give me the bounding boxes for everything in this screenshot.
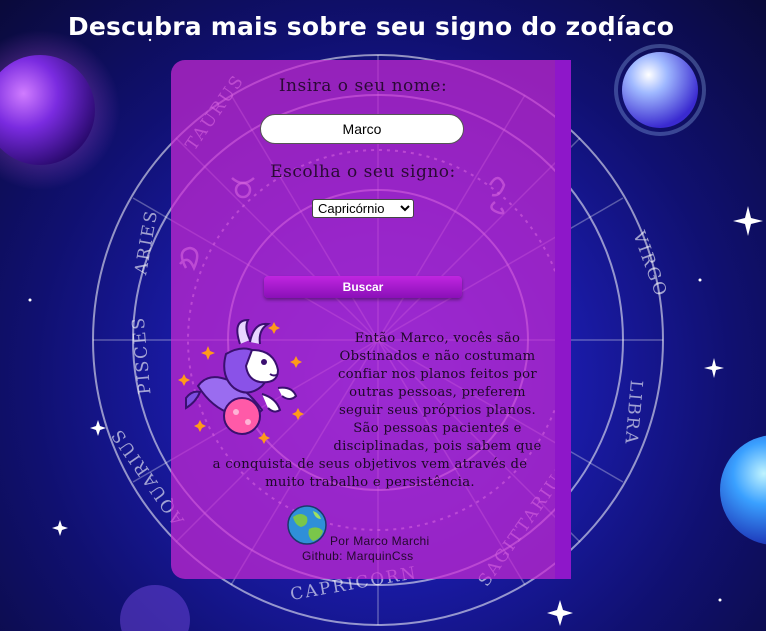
illustration-float-spacer <box>195 330 330 448</box>
name-label: Insira o seu nome: <box>278 76 448 96</box>
svg-text:LIBRA: LIBRA <box>620 379 646 446</box>
sign-select[interactable]: Capricórnio <box>312 199 414 218</box>
result-description: Então Marco, vocês são Obstinados e não … <box>195 330 545 492</box>
name-input[interactable] <box>260 114 464 144</box>
footer-github: Github: MarquinCss <box>302 549 414 563</box>
search-button[interactable]: Buscar <box>264 276 462 298</box>
card-scroll-edge <box>555 60 571 579</box>
svg-text:ARIES: ARIES <box>131 208 162 277</box>
svg-text:PISCES: PISCES <box>129 315 156 395</box>
sign-label: Escolha o seu signo: <box>270 162 456 182</box>
page-title: Descubra mais sobre seu signo do zodíaco <box>67 12 675 41</box>
earth-planet-icon <box>287 505 327 545</box>
footer-author: Por Marco Marchi <box>330 534 430 548</box>
svg-text:VIRGO: VIRGO <box>628 228 671 301</box>
